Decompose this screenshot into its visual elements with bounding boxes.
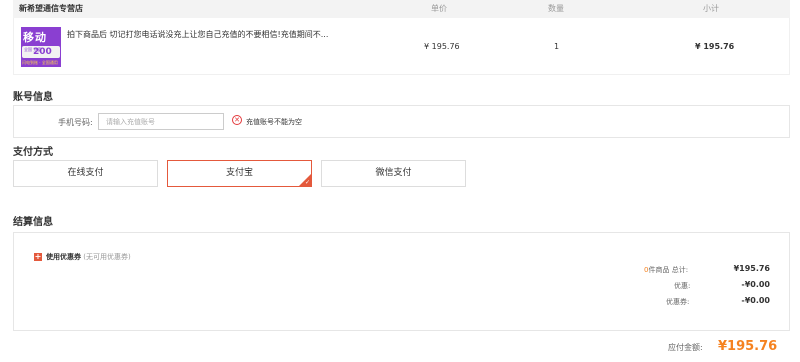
cart-table-header: 新希望通信专营店 单价 数量 小计 <box>13 0 790 18</box>
pay-option-wechat[interactable]: 微信支付 <box>321 160 466 187</box>
discount-label: 优惠: <box>674 282 691 290</box>
coupon-label: 使用优惠券 <box>46 253 81 261</box>
product-qty: 1 <box>554 42 560 51</box>
coupon-note: (无可用优惠券) <box>83 253 131 261</box>
thumb-title: 移动 <box>23 31 47 44</box>
settlement-box: + 使用优惠券 (无可用优惠券) 0件商品 总计: ¥195.76 优惠: -¥0… <box>13 232 790 331</box>
product-name[interactable]: 拍下商品后 切记打您电话说没充上让您自己充值的不要相信!充值期间不... <box>67 29 328 40</box>
coupon-toggle[interactable]: + 使用优惠券 (无可用优惠券) <box>34 252 131 262</box>
phone-error-text: 充值账号不能为空 <box>246 118 302 126</box>
pay-option-label: 微信支付 <box>375 168 412 178</box>
error-icon: ✕ <box>232 115 242 125</box>
goods-count-line: 0件商品 总计: <box>644 265 688 275</box>
pay-option-alipay[interactable]: 支付宝 ✓ <box>167 160 312 187</box>
product-row: 移动 全国 充值 200元 闪电到账 · 全国通用 拍下商品后 切记打您电话说没… <box>13 18 790 75</box>
goods-label: 件商品 总计: <box>648 266 689 274</box>
thumb-footer: 闪电到账 · 全国通用 <box>22 60 58 65</box>
account-section-title: 账号信息 <box>13 92 53 103</box>
product-thumbnail[interactable]: 移动 全国 充值 200元 闪电到账 · 全国通用 <box>21 27 61 67</box>
settle-section-title: 结算信息 <box>13 217 53 228</box>
payable-label: 应付金额: <box>668 343 703 352</box>
thumb-amount-box: 全国 充值 200元 <box>22 46 60 67</box>
voucher-label: 优惠券: <box>666 298 690 306</box>
phone-input[interactable] <box>98 113 224 130</box>
account-box: 手机号码: ✕ 充值账号不能为空 <box>13 105 790 138</box>
payment-section-title: 支付方式 <box>13 147 53 158</box>
shop-name[interactable]: 新希望通信专营店 <box>19 3 83 14</box>
pay-option-label: 支付宝 <box>225 168 253 178</box>
col-price-header: 单价 <box>431 4 447 13</box>
pay-option-online[interactable]: 在线支付 <box>13 160 158 187</box>
check-icon: ✓ <box>304 179 310 186</box>
phone-label: 手机号码: <box>58 118 93 127</box>
voucher-value: -¥0.00 <box>741 296 770 305</box>
product-subtotal: ¥ 195.76 <box>695 42 735 51</box>
plus-icon: + <box>34 252 42 261</box>
product-price: ¥ 195.76 <box>424 42 460 51</box>
goods-total: ¥195.76 <box>733 264 770 273</box>
col-subtotal-header: 小计 <box>703 4 719 13</box>
payable-amount: ¥195.76 <box>718 339 778 354</box>
pay-option-label: 在线支付 <box>67 168 104 178</box>
col-qty-header: 数量 <box>548 4 564 13</box>
discount-value: -¥0.00 <box>741 280 770 289</box>
